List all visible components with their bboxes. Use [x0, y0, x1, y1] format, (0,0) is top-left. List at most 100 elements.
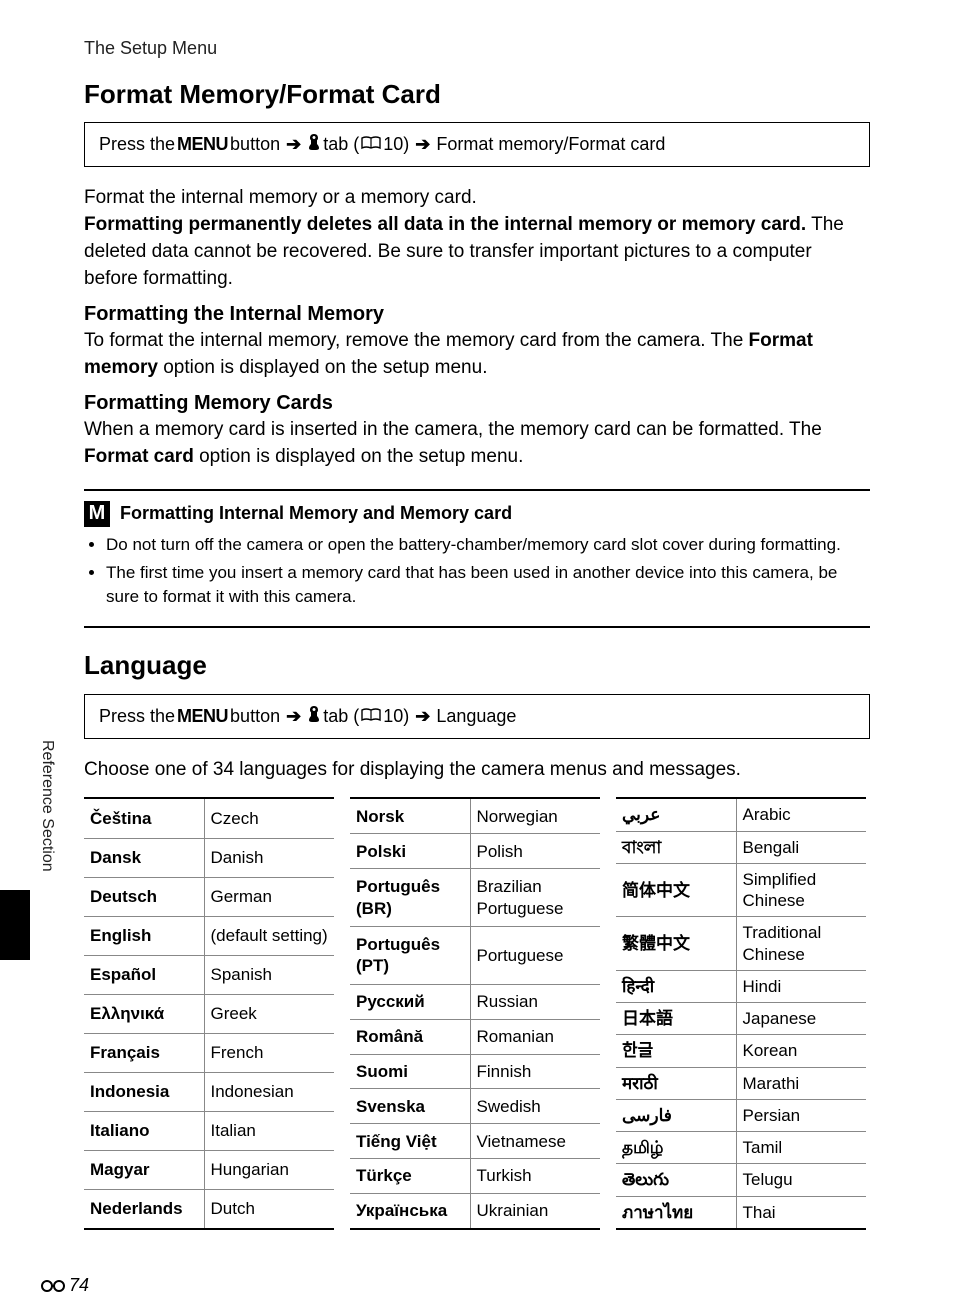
language-name: Marathi [736, 1067, 866, 1099]
language-native: عربي [616, 798, 736, 831]
language-name: Finnish [470, 1054, 600, 1089]
book-icon [361, 706, 381, 727]
nav-destination: Format memory/Format card [436, 134, 665, 155]
language-native: Norsk [350, 798, 470, 833]
language-name: Telugu [736, 1164, 866, 1196]
language-name: Japanese [736, 1003, 866, 1035]
language-native: Suomi [350, 1054, 470, 1089]
language-row: FrançaisFrench [84, 1033, 334, 1072]
note-block: M Formatting Internal Memory and Memory … [84, 489, 870, 628]
language-row: ภาษาไทยThai [616, 1196, 866, 1229]
option-name: Format card [84, 446, 194, 467]
paragraph: To format the internal memory, remove th… [84, 328, 870, 382]
language-native: Українська [350, 1194, 470, 1229]
wrench-icon [307, 133, 321, 156]
link-icon [40, 1278, 68, 1294]
side-label: Reference Section [38, 740, 56, 872]
language-name: Danish [204, 838, 334, 877]
paragraph: Choose one of 34 languages for displayin… [84, 757, 870, 784]
language-row: فارسیPersian [616, 1099, 866, 1131]
language-native: Deutsch [84, 877, 204, 916]
language-row: Tiếng ViệtVietnamese [350, 1124, 600, 1159]
nav-text: Press the [99, 706, 175, 727]
language-name: Korean [736, 1035, 866, 1067]
language-row: తెలుగుTelugu [616, 1164, 866, 1196]
note-item: Do not turn off the camera or open the b… [106, 533, 870, 557]
language-row: MagyarHungarian [84, 1150, 334, 1189]
nav-ref: 10) [383, 706, 409, 727]
language-name: Portuguese [470, 927, 600, 985]
language-name: Bengali [736, 831, 866, 863]
subheading-internal: Formatting the Internal Memory [84, 303, 870, 326]
language-native: Magyar [84, 1150, 204, 1189]
language-name: Dutch [204, 1189, 334, 1229]
nav-text: tab ( [323, 706, 359, 727]
language-native: తెలుగు [616, 1164, 736, 1196]
language-name: Romanian [470, 1019, 600, 1054]
language-row: DanskDanish [84, 838, 334, 877]
language-row: EspañolSpanish [84, 955, 334, 994]
language-row: हिन्दीHindi [616, 970, 866, 1002]
language-name: Spanish [204, 955, 334, 994]
language-native: Svenska [350, 1089, 470, 1124]
arrow-icon: ➔ [286, 134, 301, 155]
language-row: ItalianoItalian [84, 1111, 334, 1150]
language-native: Indonesia [84, 1072, 204, 1111]
language-native: Tiếng Việt [350, 1124, 470, 1159]
language-native: Português (BR) [350, 869, 470, 927]
text: To format the internal memory, remove th… [84, 330, 749, 351]
language-row: УкраїнськаUkrainian [350, 1194, 600, 1229]
section-title-format: Format Memory/Format Card [84, 79, 870, 110]
note-header: M Formatting Internal Memory and Memory … [84, 501, 870, 527]
language-native: Português (PT) [350, 927, 470, 985]
menu-button-label: MENU [177, 706, 228, 727]
language-native: 한글 [616, 1035, 736, 1067]
nav-ref: 10) [383, 134, 409, 155]
language-native: বাংলা [616, 831, 736, 863]
language-row: NederlandsDutch [84, 1189, 334, 1229]
nav-path-language: Press the MENU button ➔ tab ( 10) ➔ Lang… [84, 694, 870, 739]
language-row: 日本語Japanese [616, 1003, 866, 1035]
language-name: German [204, 877, 334, 916]
language-native: Русский [350, 984, 470, 1019]
language-native: English [84, 916, 204, 955]
language-native: Polski [350, 834, 470, 869]
language-name: Vietnamese [470, 1124, 600, 1159]
language-name: Ukrainian [470, 1194, 600, 1229]
language-name: Indonesian [204, 1072, 334, 1111]
paragraph: Format the internal memory or a memory c… [84, 185, 870, 293]
language-row: मराठीMarathi [616, 1067, 866, 1099]
language-native: Français [84, 1033, 204, 1072]
note-badge-icon: M [84, 501, 110, 527]
language-row: ČeštinaCzech [84, 798, 334, 838]
arrow-icon: ➔ [415, 706, 430, 727]
language-row: РусскийRussian [350, 984, 600, 1019]
language-native: தமிழ் [616, 1132, 736, 1164]
note-list: Do not turn off the camera or open the b… [84, 533, 870, 608]
subheading-cards: Formatting Memory Cards [84, 392, 870, 415]
language-native: Čeština [84, 798, 204, 838]
language-row: ΕλληνικάGreek [84, 994, 334, 1033]
paragraph: When a memory card is inserted in the ca… [84, 417, 870, 471]
language-table-col1: ČeštinaCzechDanskDanishDeutschGermanEngl… [84, 797, 334, 1230]
language-name: Thai [736, 1196, 866, 1229]
language-row: RomânăRomanian [350, 1019, 600, 1054]
language-row: Português (BR)Brazilian Portuguese [350, 869, 600, 927]
language-name: Turkish [470, 1159, 600, 1194]
warning-text: Formatting permanently deletes all data … [84, 214, 806, 235]
language-native: मराठी [616, 1067, 736, 1099]
nav-path-format: Press the MENU button ➔ tab ( 10) ➔ Form… [84, 122, 870, 167]
language-native: ภาษาไทย [616, 1196, 736, 1229]
note-item: The first time you insert a memory card … [106, 561, 870, 609]
language-name: Swedish [470, 1089, 600, 1124]
language-row: TürkçeTurkish [350, 1159, 600, 1194]
arrow-icon: ➔ [415, 134, 430, 155]
language-name: Traditional Chinese [736, 917, 866, 971]
language-name: Persian [736, 1099, 866, 1131]
language-row: SvenskaSwedish [350, 1089, 600, 1124]
book-icon [361, 134, 381, 155]
language-name: Hungarian [204, 1150, 334, 1189]
nav-text: Press the [99, 134, 175, 155]
nav-text: button [230, 134, 280, 155]
language-row: DeutschGerman [84, 877, 334, 916]
